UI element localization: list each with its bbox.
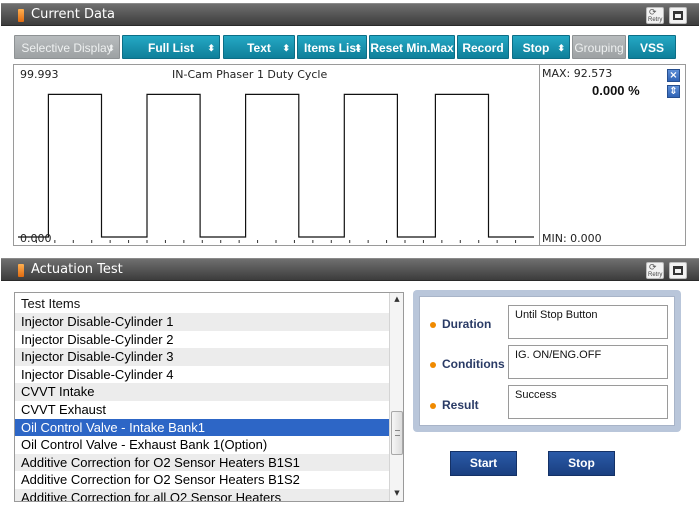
start-button[interactable]: Start [450, 451, 517, 476]
updown-arrow-icon: ⬍ [107, 43, 115, 53]
bullet-icon [430, 361, 436, 368]
list-item[interactable]: Additive Correction for O2 Sensor Heater… [15, 453, 389, 472]
reset-min-max-button[interactable]: Reset Min.Max [369, 35, 455, 59]
chart-divider [539, 65, 540, 245]
stop-label: Stop [522, 41, 550, 55]
retry-label: Retry [648, 17, 663, 23]
actuation-test-header: Actuation Test ⟳ Retry [1, 258, 699, 281]
current-data-header: Current Data ⟳ Retry [1, 3, 699, 26]
full-list-dropdown[interactable]: Full List ⬍ [122, 35, 220, 59]
bullet-icon [430, 321, 436, 328]
record-label: Record [462, 41, 504, 55]
min-value: MIN: 0.000 [542, 232, 602, 245]
test-items-list[interactable]: Test Items Injector Disable-Cylinder 1 In… [14, 292, 404, 502]
maximize-icon [673, 11, 683, 20]
conditions-label: Conditions [430, 357, 505, 371]
graph-top-value: 99.993 [20, 68, 59, 81]
grouping-button[interactable]: Grouping [572, 35, 626, 59]
updown-icon: ⇕ [669, 86, 678, 97]
list-item[interactable]: Oil Control Valve - Exhaust Bank 1(Optio… [15, 436, 389, 454]
bullet-icon [430, 402, 436, 409]
text-label: Text [247, 41, 271, 55]
retry-button[interactable]: ⟳ Retry [646, 262, 664, 279]
graph-bottom-value: 0.000 [20, 232, 52, 245]
list-item[interactable]: Oil Control Valve - Intake Bank1 [15, 418, 389, 437]
updown-arrow-icon: ⬍ [282, 43, 290, 53]
grouping-label: Grouping [574, 41, 624, 55]
current-data-title: Current Data [31, 7, 115, 22]
stop-dropdown[interactable]: Stop ⬍ [512, 35, 570, 59]
list-item[interactable]: Additive Correction for O2 Sensor Heater… [15, 471, 389, 489]
text-dropdown[interactable]: Text ⬍ [223, 35, 295, 59]
updown-arrow-icon: ⬍ [207, 43, 215, 53]
close-icon: × [669, 70, 678, 81]
current-data-chart: 99.993 IN-Cam Phaser 1 Duty Cycle 0.000 … [13, 64, 686, 246]
scroll-thumb[interactable] [391, 411, 403, 455]
list-item[interactable]: Injector Disable-Cylinder 2 [15, 331, 389, 349]
list-item[interactable]: Injector Disable-Cylinder 1 [15, 313, 389, 331]
maximize-button[interactable] [669, 262, 687, 279]
list-item[interactable]: CVVT Intake [15, 383, 389, 401]
signal-name: IN-Cam Phaser 1 Duty Cycle [172, 68, 328, 81]
actuation-test-title: Actuation Test [31, 262, 123, 277]
selective-display-label: Selective Display [21, 41, 113, 55]
vss-button[interactable]: VSS [628, 35, 676, 59]
current-value-readout: 0.000 % [592, 83, 640, 98]
full-list-label: Full List [148, 41, 194, 55]
test-info-panel: Duration Until Stop Button Conditions IG… [413, 290, 681, 432]
conditions-value: IG. ON/ENG.OFF [508, 345, 668, 379]
scroll-up-icon[interactable]: ▲ [392, 295, 402, 303]
duration-label: Duration [430, 317, 491, 331]
items-list-dropdown[interactable]: Items List ⬍ [297, 35, 367, 59]
list-item[interactable]: Injector Disable-Cylinder 4 [15, 366, 389, 384]
record-button[interactable]: Record [457, 35, 509, 59]
panel-flag-icon [18, 9, 24, 22]
stop-button[interactable]: Stop [548, 451, 615, 476]
duration-value: Until Stop Button [508, 305, 668, 339]
waveform-line [18, 93, 534, 238]
list-item[interactable]: Injector Disable-Cylinder 3 [15, 348, 389, 366]
grip-icon [395, 430, 400, 436]
vss-label: VSS [639, 41, 664, 55]
close-signal-button[interactable]: × [667, 69, 680, 82]
list-item[interactable]: CVVT Exhaust [15, 401, 389, 419]
retry-button[interactable]: ⟳ Retry [646, 7, 664, 24]
scroll-down-icon[interactable]: ▼ [392, 489, 402, 497]
test-info-inner: Duration Until Stop Button Conditions IG… [419, 296, 675, 426]
items-list-label: Items List [303, 41, 360, 55]
retry-label: Retry [648, 272, 663, 278]
list-header: Test Items [21, 296, 81, 311]
updown-arrow-icon: ⬍ [354, 43, 362, 53]
list-scrollbar[interactable]: ▲ ▼ [389, 293, 403, 501]
max-value: MAX: 92.573 [542, 67, 613, 80]
updown-arrow-icon: ⬍ [557, 43, 565, 53]
panel-flag-icon [18, 264, 24, 277]
reorder-signal-button[interactable]: ⇕ [667, 85, 680, 98]
result-label: Result [430, 398, 479, 412]
maximize-icon [673, 266, 683, 275]
list-item[interactable]: Additive Correction for all O2 Sensor He… [15, 489, 389, 501]
selective-display-dropdown[interactable]: Selective Display ⬍ [14, 35, 120, 59]
waveform-plot [18, 93, 534, 243]
reset-min-max-label: Reset Min.Max [370, 41, 454, 55]
maximize-button[interactable] [669, 7, 687, 24]
result-value: Success [508, 385, 668, 419]
